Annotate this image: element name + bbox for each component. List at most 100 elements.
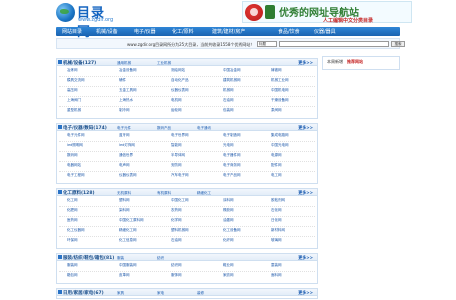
- subcategory-link[interactable]: 家电: [157, 291, 164, 296]
- site-link[interactable]: 化纤网: [223, 238, 234, 243]
- subcategory-link[interactable]: 精细化工: [197, 191, 211, 196]
- site-link[interactable]: 数码网: [67, 153, 78, 158]
- site-link[interactable]: 电源网: [271, 153, 282, 158]
- site-link[interactable]: 箱包网: [67, 273, 78, 278]
- site-link[interactable]: 玻璃网: [271, 238, 282, 243]
- site-link[interactable]: 集成电路网: [271, 133, 289, 138]
- site-link[interactable]: 日化网: [271, 218, 282, 223]
- site-link[interactable]: 化学网: [171, 218, 182, 223]
- site-link[interactable]: 干燥设备网: [271, 98, 289, 103]
- site-link[interactable]: 配件网: [271, 163, 282, 168]
- site-link[interactable]: 胶粘剂网: [271, 198, 285, 203]
- tab-recommended[interactable]: 推荐网站: [347, 59, 363, 65]
- site-link[interactable]: 上海热水: [119, 98, 133, 103]
- site-link[interactable]: 化工仪器网: [67, 228, 85, 233]
- site-link[interactable]: 齿轮网: [171, 108, 182, 113]
- site-link[interactable]: led灯饰网: [119, 143, 135, 148]
- site-link[interactable]: 测绘网站: [171, 68, 185, 73]
- site-link[interactable]: 橡胶网: [223, 208, 234, 213]
- nav-item[interactable]: 食品/饮食: [278, 28, 300, 35]
- site-link[interactable]: 中国化工原料网: [119, 218, 144, 223]
- site-link[interactable]: 电机网: [171, 98, 182, 103]
- subcategory-link[interactable]: 有机原料: [157, 191, 171, 196]
- site-link[interactable]: 服装网: [67, 263, 78, 268]
- site-link[interactable]: 石化网: [271, 208, 282, 213]
- site-link[interactable]: 农药网: [171, 208, 182, 213]
- site-link[interactable]: 五金工具网: [119, 88, 137, 93]
- site-link[interactable]: 化工网: [67, 198, 78, 203]
- site-link[interactable]: 电子商务网: [223, 163, 241, 168]
- site-link[interactable]: 模具交流网: [67, 78, 85, 83]
- site-link[interactable]: 电子工程网: [67, 173, 85, 178]
- site-link[interactable]: 重型机械: [67, 108, 81, 113]
- site-link[interactable]: 医药网: [67, 218, 78, 223]
- site-link[interactable]: 电工网: [271, 173, 282, 178]
- site-link[interactable]: 塑料机械网: [171, 228, 189, 233]
- subcategory-link[interactable]: 通用机械: [117, 61, 131, 66]
- subcategory-link[interactable]: 无机原料: [117, 191, 131, 196]
- site-link[interactable]: 电子器件网: [223, 153, 241, 158]
- tab-weekly-new[interactable]: 本周新增: [327, 59, 343, 65]
- site-link[interactable]: 冶金设备网: [119, 68, 137, 73]
- nav-item[interactable]: 化工/原料: [172, 28, 194, 35]
- site-link[interactable]: 涂料网: [223, 198, 234, 203]
- site-link[interactable]: 汽车电子网: [171, 173, 189, 178]
- site-link[interactable]: 电子制造网: [223, 133, 241, 138]
- site-link[interactable]: 家纺网: [223, 273, 234, 278]
- subcategory-link[interactable]: 服装: [117, 256, 124, 261]
- site-link[interactable]: 安防网: [171, 163, 182, 168]
- site-link[interactable]: 中国服装网: [119, 263, 137, 268]
- subcategory-link[interactable]: 数码产品: [157, 126, 171, 131]
- site-link[interactable]: 辅件: [119, 78, 126, 83]
- site-link[interactable]: 仪器仪表网: [119, 173, 137, 178]
- site-link[interactable]: 中国化工网: [171, 198, 189, 203]
- site-link[interactable]: 包装网: [223, 108, 234, 113]
- site-link[interactable]: 石油网: [223, 98, 234, 103]
- site-link[interactable]: 中国光电网: [271, 143, 289, 148]
- site-link[interactable]: 仪器仪表网: [171, 88, 189, 93]
- site-link[interactable]: 塑料网: [119, 198, 130, 203]
- site-link[interactable]: 蓝牙网: [119, 133, 130, 138]
- nav-item[interactable]: 机械/设备: [96, 28, 118, 35]
- site-link[interactable]: 泵阀网: [271, 108, 282, 113]
- subcategory-link[interactable]: 电子元件: [117, 126, 131, 131]
- site-link[interactable]: 电子产品网: [223, 173, 241, 178]
- site-link[interactable]: 智能网: [171, 143, 182, 148]
- site-link[interactable]: 中国冶金网: [223, 68, 241, 73]
- site-link[interactable]: 光电网: [223, 143, 234, 148]
- site-link[interactable]: 电声网: [119, 163, 130, 168]
- site-link[interactable]: 电器网站: [67, 163, 81, 168]
- site-link[interactable]: 油墨网: [223, 218, 234, 223]
- site-link[interactable]: 面料网: [271, 273, 282, 278]
- site-link[interactable]: led照明网: [67, 143, 83, 148]
- site-link[interactable]: 电子世界网: [171, 133, 189, 138]
- site-link[interactable]: 化工信息网: [119, 238, 137, 243]
- site-link[interactable]: 机械网: [223, 88, 234, 93]
- site-link[interactable]: 上海阀门: [67, 98, 81, 103]
- site-link[interactable]: 鞋业网: [223, 263, 234, 268]
- site-link[interactable]: 精细化工网: [119, 228, 137, 233]
- site-link[interactable]: 冶炼网: [67, 68, 78, 73]
- nav-item[interactable]: 网站目录: [62, 28, 82, 35]
- site-link[interactable]: 化肥网: [67, 208, 78, 213]
- nav-item[interactable]: 仪器/器具: [314, 28, 336, 35]
- site-link[interactable]: 石油网: [171, 238, 182, 243]
- site-link[interactable]: 建筑机械网: [223, 78, 241, 83]
- site-link[interactable]: 通信世界: [119, 153, 133, 158]
- subcategory-link[interactable]: 家具: [117, 291, 124, 296]
- site-link[interactable]: 电子元件网: [67, 133, 85, 138]
- site-logo[interactable]: 目录网 www.zgdir.org: [56, 1, 114, 40]
- site-link[interactable]: 铸锻网: [271, 68, 282, 73]
- search-input[interactable]: [279, 41, 389, 47]
- site-link[interactable]: 机械工业网: [271, 78, 289, 83]
- nav-item[interactable]: 建筑/建材/房产: [212, 28, 245, 35]
- site-link[interactable]: 童装网: [271, 263, 282, 268]
- site-link[interactable]: 纺织网: [171, 263, 182, 268]
- subcategory-link[interactable]: 装修: [197, 291, 204, 296]
- site-link[interactable]: 制冷网: [119, 108, 130, 113]
- nav-item[interactable]: 电子/仪器: [134, 28, 156, 35]
- site-link[interactable]: 半导体网: [171, 153, 185, 158]
- search-type-select[interactable]: 标题: [257, 41, 277, 47]
- site-link[interactable]: 染料网: [119, 208, 130, 213]
- site-link[interactable]: 化工设备网: [223, 228, 241, 233]
